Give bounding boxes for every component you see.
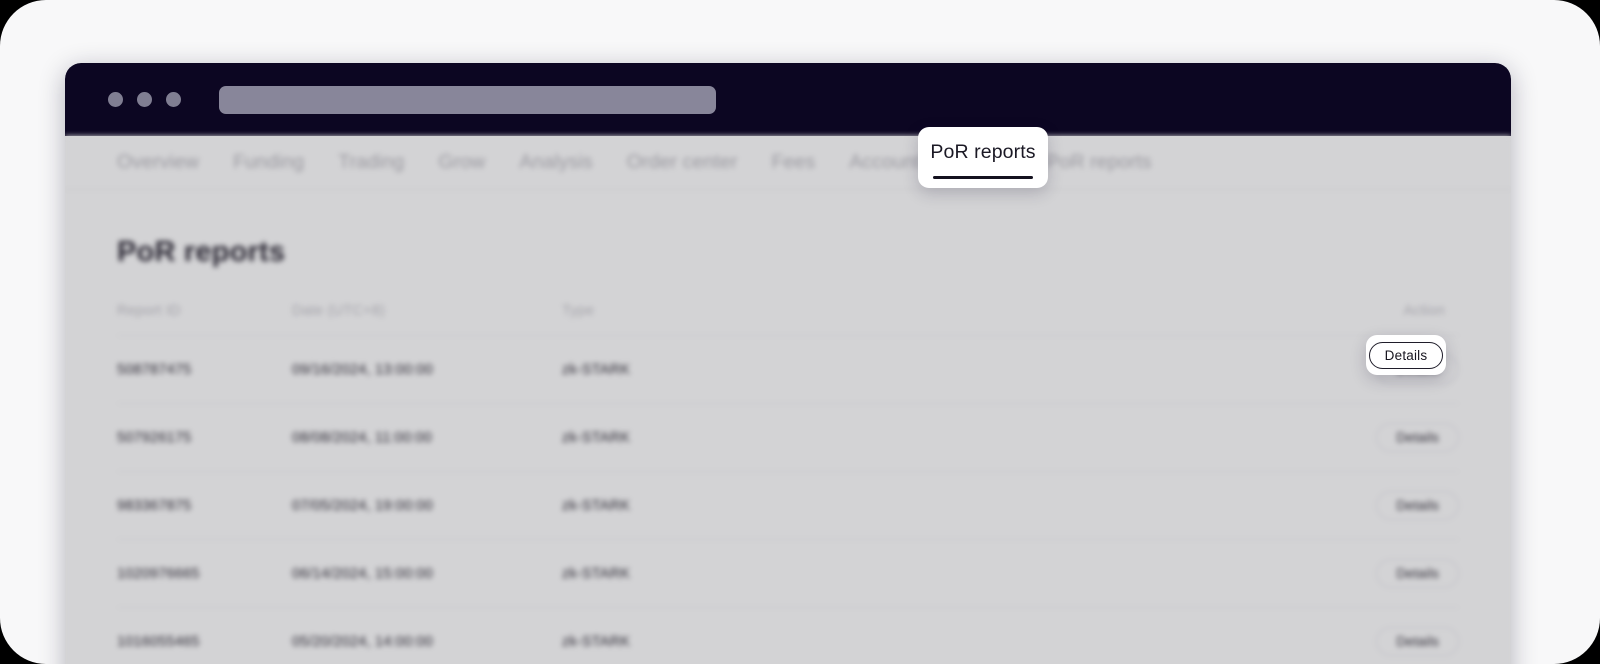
table-row: 1016055465 05/20/2024, 14:00:00 zk-STARK… — [117, 607, 1459, 664]
page-title: PoR reports — [117, 236, 286, 268]
column-header-report-id: Report ID — [117, 303, 181, 319]
browser-window: Overview Funding Trading Grow Analysis O… — [65, 63, 1511, 664]
cell-type: zk-STARK — [562, 607, 1339, 664]
table-header: Report ID Date (UTC+8) Type Action — [117, 303, 1459, 336]
column-header-type: Type — [562, 303, 595, 319]
table-row: 1020976665 06/14/2024, 15:00:00 zk-STARK… — [117, 539, 1459, 608]
por-reports-table: Report ID Date (UTC+8) Type Action 50878… — [117, 303, 1459, 664]
cell-date: 09/16/2024, 13:00:00 — [292, 335, 562, 404]
nav-item-funding[interactable]: Funding — [233, 151, 304, 174]
traffic-light-maximize-icon[interactable] — [166, 92, 181, 107]
details-button[interactable]: Details — [1376, 559, 1459, 588]
nav-item-fees[interactable]: Fees — [771, 151, 815, 174]
tab-por-reports-label: PoR reports — [930, 141, 1036, 163]
nav-item-por-reports[interactable]: PoR reports — [1046, 151, 1151, 174]
cell-date: 07/05/2024, 19:00:00 — [292, 471, 562, 540]
table-header-row: Report ID Date (UTC+8) Type Action — [117, 303, 1459, 336]
cell-date: 08/08/2024, 11:00:00 — [292, 403, 562, 472]
details-button-focused[interactable]: Details — [1368, 341, 1444, 369]
browser-titlebar — [65, 63, 1511, 136]
nav-item-order-center[interactable]: Order center — [627, 151, 738, 174]
cell-type: zk-STARK — [562, 539, 1339, 608]
cell-report-id: 983367875 — [117, 471, 292, 540]
cell-report-id: 507926175 — [117, 403, 292, 472]
cell-report-id: 508787475 — [117, 335, 292, 404]
cell-report-id: 1020976665 — [117, 539, 292, 608]
table-body: 508787475 09/16/2024, 13:00:00 zk-STARK … — [117, 335, 1459, 664]
nav-item-trading[interactable]: Trading — [338, 151, 404, 174]
cell-action: Details — [1339, 539, 1459, 608]
tab-active-underline — [933, 176, 1033, 179]
cell-action: Details — [1339, 403, 1459, 472]
column-header-date: Date (UTC+8) — [292, 303, 386, 319]
cell-report-id: 1016055465 — [117, 607, 292, 664]
primary-nav: Overview Funding Trading Grow Analysis O… — [65, 136, 1511, 190]
cell-date: 05/20/2024, 14:00:00 — [292, 607, 562, 664]
details-button[interactable]: Details — [1376, 627, 1459, 656]
details-button[interactable]: Details — [1376, 423, 1459, 452]
cell-action: Details — [1339, 607, 1459, 664]
table-row: 983367875 07/05/2024, 19:00:00 zk-STARK … — [117, 471, 1459, 540]
column-header-action: Action — [1403, 303, 1445, 319]
cell-type: zk-STARK — [562, 471, 1339, 540]
table-row: 508787475 09/16/2024, 13:00:00 zk-STARK … — [117, 335, 1459, 404]
active-tab-highlight[interactable]: PoR reports — [918, 127, 1048, 188]
nav-item-analysis[interactable]: Analysis — [519, 151, 592, 174]
details-button[interactable]: Details — [1376, 491, 1459, 520]
page-content: Overview Funding Trading Grow Analysis O… — [65, 136, 1511, 664]
cell-type: zk-STARK — [562, 403, 1339, 472]
cell-date: 06/14/2024, 15:00:00 — [292, 539, 562, 608]
focused-details-highlight[interactable]: Details — [1366, 335, 1446, 375]
screenshot-frame: Overview Funding Trading Grow Analysis O… — [0, 0, 1600, 664]
page-body: PoR reports Report ID Date (UTC+8) Type … — [65, 236, 1511, 664]
traffic-light-minimize-icon[interactable] — [137, 92, 152, 107]
nav-item-overview[interactable]: Overview — [117, 151, 199, 174]
address-bar-input[interactable] — [219, 85, 716, 114]
traffic-light-close-icon[interactable] — [108, 92, 123, 107]
cell-type: zk-STARK — [562, 335, 1339, 404]
nav-item-grow[interactable]: Grow — [438, 151, 485, 174]
table-row: 507926175 08/08/2024, 11:00:00 zk-STARK … — [117, 403, 1459, 472]
cell-action: Details — [1339, 471, 1459, 540]
